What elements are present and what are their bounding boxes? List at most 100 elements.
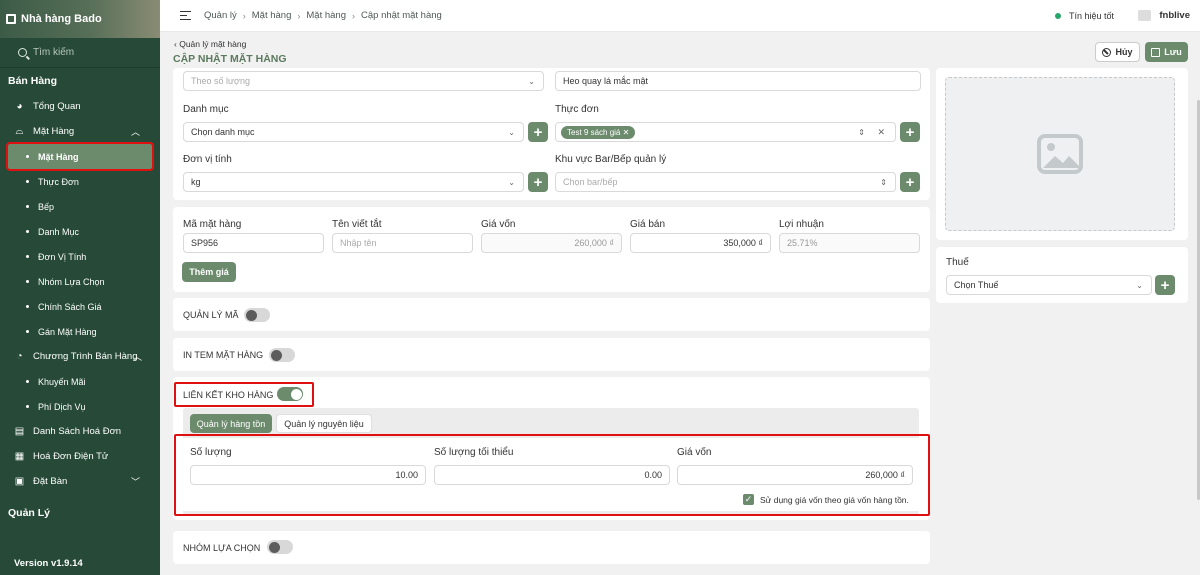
back-link[interactable]: ‹ Quản lý mặt hàng <box>174 39 246 49</box>
section-sales: Bán Hàng <box>8 75 58 87</box>
sidebar: Nhà hàng Bado Tìm kiếm Bán Hàng ◕ Tổng Q… <box>0 0 160 575</box>
bullet-icon <box>26 155 29 158</box>
chevron-down-icon: ⌄ <box>528 76 535 86</box>
sidebar-item-sales-programs[interactable]: ◔ Chương Trình Bán Hàng ︿ <box>0 344 160 369</box>
sidebar-subitem-promotion[interactable]: Khuyến Mãi <box>0 369 160 394</box>
sidebar-search[interactable]: Tìm kiếm <box>0 38 160 68</box>
add-bar-kitchen-button[interactable]: + <box>900 172 920 192</box>
track-by-placeholder: Theo số lượng <box>191 76 250 86</box>
print-label-label: IN TEM MẶT HÀNG <box>183 350 264 360</box>
profit-value: 25.71% <box>787 238 818 248</box>
highlight-box <box>174 382 314 407</box>
price-input[interactable]: 350,000 ₫ <box>630 233 771 253</box>
chart-icon: ◔ <box>16 351 23 362</box>
version-label: Version v1.9.14 <box>14 558 83 569</box>
track-by-select[interactable]: Theo số lượng ⌄ <box>183 71 544 91</box>
breadcrumb-item[interactable]: Mặt hàng <box>252 10 292 21</box>
tab-materials[interactable]: Quản lý nguyên liệu <box>276 414 372 433</box>
sidebar-item-products[interactable]: ⌓ Mặt Hàng ︿ <box>0 119 160 144</box>
tax-card: Thuế Chọn Thuế ⌄ + <box>936 247 1188 303</box>
tax-label: Thuế <box>946 257 969 268</box>
chevron-down-icon: ﹀ <box>130 477 140 487</box>
save-button[interactable]: Lưu <box>1145 42 1188 62</box>
bar-kitchen-select[interactable]: Chọn bar/bếp ⇕ <box>555 172 896 192</box>
category-label: Danh mục <box>183 104 229 115</box>
sidebar-item-label: Hoá Đơn Điện Tử <box>33 451 109 462</box>
cancel-button[interactable]: Hủy <box>1095 42 1140 62</box>
manage-code-card: QUẢN LÝ MÃ <box>173 298 930 331</box>
print-label-toggle[interactable] <box>269 348 295 362</box>
print-label-card: IN TEM MẶT HÀNG <box>173 338 930 371</box>
unit-select[interactable]: kg ⌄ <box>183 172 524 192</box>
sidebar-subitem-category[interactable]: Danh Mục <box>0 219 160 244</box>
option-group-toggle[interactable] <box>267 540 293 554</box>
sidebar-item-label: Đặt Bàn <box>33 476 68 487</box>
sidebar-subitem-assign[interactable]: Gán Mặt Hàng <box>0 319 160 344</box>
search-icon <box>18 48 27 57</box>
signal-status: Tín hiệu tốt <box>1054 10 1114 21</box>
image-upload-area[interactable] <box>945 77 1175 231</box>
menu-toggle-icon[interactable] <box>180 10 192 21</box>
category-placeholder: Chọn danh mục <box>191 127 255 137</box>
menu-tag[interactable]: Test 9 sách giá ✕ <box>561 125 636 139</box>
sidebar-item-overview[interactable]: ◕ Tổng Quan <box>0 94 160 119</box>
breadcrumb-item[interactable]: Mặt hàng <box>306 10 346 21</box>
section-manage: Quản Lý <box>8 507 51 519</box>
sidebar-subitem-menu[interactable]: Thực Đơn <box>0 169 160 194</box>
sidebar-item-label: Tổng Quan <box>33 101 81 112</box>
sidebar-item-invoice-list[interactable]: ▤ Danh Sách Hoá Đơn <box>0 419 160 444</box>
breadcrumb-item[interactable]: Quản lý <box>204 10 237 21</box>
ban-icon <box>1102 47 1112 57</box>
code-label: Mã mặt hàng <box>183 219 242 230</box>
breadcrumb-item: Cập nhật mặt hàng <box>361 10 442 21</box>
short-name-input[interactable]: Nhập tên <box>332 233 473 253</box>
sidebar-subitem-service-fee[interactable]: Phí Dịch Vụ <box>0 394 160 419</box>
add-unit-button[interactable]: + <box>528 172 548 192</box>
chevron-up-icon: ︿ <box>130 127 140 137</box>
sidebar-item-label: Mặt Hàng <box>33 126 75 137</box>
sidebar-search-placeholder: Tìm kiếm <box>33 47 75 58</box>
signal-text: Tín hiệu tốt <box>1068 10 1114 21</box>
sidebar-subitem-option-group[interactable]: Nhóm Lựa Chọn <box>0 269 160 294</box>
chevron-down-icon: ⌄ <box>508 127 515 137</box>
manage-code-toggle[interactable] <box>244 308 270 322</box>
bar-kitchen-label: Khu vực Bar/Bếp quản lý <box>555 154 667 165</box>
tab-inventory[interactable]: Quản lý hàng tồn <box>190 414 272 433</box>
user-menu[interactable]: fnblive <box>1138 10 1190 21</box>
tax-placeholder: Chọn Thuế <box>954 280 999 290</box>
add-menu-button[interactable]: + <box>900 122 920 142</box>
category-select[interactable]: Chọn danh mục ⌄ <box>183 122 524 142</box>
sidebar-subitem-label: Mặt Hàng <box>38 151 79 162</box>
add-category-button[interactable]: + <box>528 122 548 142</box>
chevron-right-icon: › <box>297 10 301 21</box>
add-tax-button[interactable]: + <box>1155 275 1175 295</box>
menu-select[interactable]: Test 9 sách giá ✕ ⇕ ✕ <box>555 122 896 142</box>
chevron-right-icon: › <box>352 10 355 21</box>
sidebar-subitem-products[interactable]: Mặt Hàng <box>6 142 154 171</box>
sidebar-subitem-kitchen[interactable]: Bếp <box>0 194 160 219</box>
toggle-knob <box>245 309 257 321</box>
cost-label: Giá vốn <box>481 219 516 230</box>
bullet-icon <box>26 405 29 408</box>
toggle-knob <box>270 349 282 361</box>
chevron-right-icon: › <box>242 10 246 21</box>
brand[interactable]: Nhà hàng Bado <box>0 0 160 38</box>
sidebar-item-e-invoice[interactable]: ▦ Hoá Đơn Điện Tử <box>0 444 160 469</box>
add-price-button[interactable]: Thêm giá <box>182 262 236 282</box>
user-name: fnblive <box>1159 10 1190 21</box>
sidebar-subitem-price-policy[interactable]: Chính Sách Giá <box>0 294 160 319</box>
store-icon <box>6 14 16 24</box>
image-card <box>936 68 1188 240</box>
menu-tag-label: Test 9 sách giá <box>567 127 621 137</box>
code-input[interactable]: SP956 <box>183 233 324 253</box>
pricing-card: Mã mặt hàng SP956 Tên viết tắt Nhập tên … <box>173 207 930 292</box>
sidebar-item-booking[interactable]: ▣ Đặt Bàn ﹀ <box>0 469 160 494</box>
product-name-input[interactable]: Heo quay lá mắc mật <box>555 71 921 91</box>
tax-select[interactable]: Chọn Thuế ⌄ <box>946 275 1152 295</box>
sidebar-subitem-label: Nhóm Lựa Chọn <box>38 276 105 287</box>
cost-input: 260,000 ₫ <box>481 233 622 253</box>
sidebar-subitem-unit[interactable]: Đơn Vị Tính <box>0 244 160 269</box>
clear-icon[interactable]: ✕ <box>877 127 885 138</box>
save-button-label: Lưu <box>1164 47 1182 57</box>
chevron-down-icon: ⌄ <box>1136 280 1143 290</box>
